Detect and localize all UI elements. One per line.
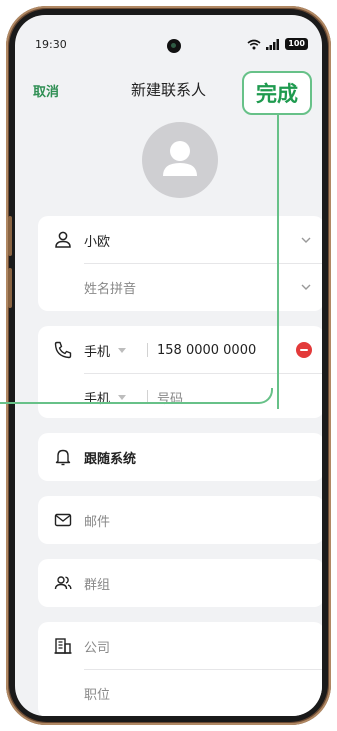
triangle-down-icon (118, 347, 127, 353)
position-input[interactable]: 职位 (84, 684, 110, 703)
group-input[interactable]: 群组 (84, 574, 110, 593)
position-row[interactable]: 职位 (38, 671, 322, 715)
divider (84, 373, 322, 374)
chevron-down-icon[interactable] (300, 281, 312, 293)
ringtone-label: 跟随系统 (84, 451, 137, 467)
ringtone-card[interactable]: 跟随系统 (38, 433, 322, 481)
name-card: 小欧 姓名拼音 (38, 216, 322, 311)
front-camera (167, 39, 181, 53)
company-input[interactable]: 公司 (84, 637, 110, 656)
email-input[interactable]: 邮件 (84, 511, 110, 530)
group-row[interactable]: 群组 (38, 561, 322, 605)
name-row[interactable]: 小欧 (38, 218, 322, 262)
callout-line (0, 388, 273, 404)
chevron-down-icon[interactable] (300, 234, 312, 246)
avatar[interactable] (142, 122, 218, 198)
pinyin-row[interactable]: 姓名拼音 (38, 265, 322, 309)
screen: 19:30 100 取消 新建联系人 小欧 姓名拼音 手机 158 0000 0… (15, 15, 322, 716)
status-bar: 19:30 100 (15, 15, 322, 55)
phone-icon (54, 341, 72, 359)
done-label: 完成 (256, 82, 298, 106)
bell-icon (55, 449, 71, 466)
company-card: 公司 职位 (38, 622, 322, 716)
group-icon (54, 576, 72, 590)
phone-frame: 19:30 100 取消 新建联系人 小欧 姓名拼音 手机 158 0000 0… (6, 6, 331, 725)
done-button[interactable]: 完成 (242, 71, 312, 115)
remove-phone-button[interactable] (296, 342, 312, 358)
email-row[interactable]: 邮件 (38, 498, 322, 542)
person-outline-icon (55, 231, 71, 248)
power-button (8, 268, 12, 308)
ringtone-row[interactable]: 跟随系统 (38, 435, 322, 479)
signal-icon (266, 38, 280, 50)
pinyin-input[interactable]: 姓名拼音 (84, 278, 136, 297)
separator (147, 343, 148, 357)
group-card[interactable]: 群组 (38, 559, 322, 607)
status-icons: 100 (247, 38, 308, 50)
volume-button (8, 216, 12, 256)
callout-line (277, 113, 279, 409)
phone-row[interactable]: 手机 158 0000 0000 (38, 328, 322, 372)
divider (84, 669, 322, 670)
company-row[interactable]: 公司 (38, 624, 322, 668)
phone-card: 手机 158 0000 0000 手机 号码 (38, 326, 322, 418)
wifi-icon (247, 39, 261, 49)
email-card[interactable]: 邮件 (38, 496, 322, 544)
person-icon (163, 141, 197, 176)
divider (84, 263, 322, 264)
mail-icon (54, 513, 72, 527)
phone-type-select[interactable]: 手机 (84, 341, 127, 360)
status-time: 19:30 (35, 38, 67, 51)
building-icon (54, 638, 72, 654)
battery-icon: 100 (285, 38, 308, 50)
phone-number-input[interactable]: 158 0000 0000 (157, 343, 256, 358)
name-input[interactable]: 小欧 (84, 231, 110, 250)
